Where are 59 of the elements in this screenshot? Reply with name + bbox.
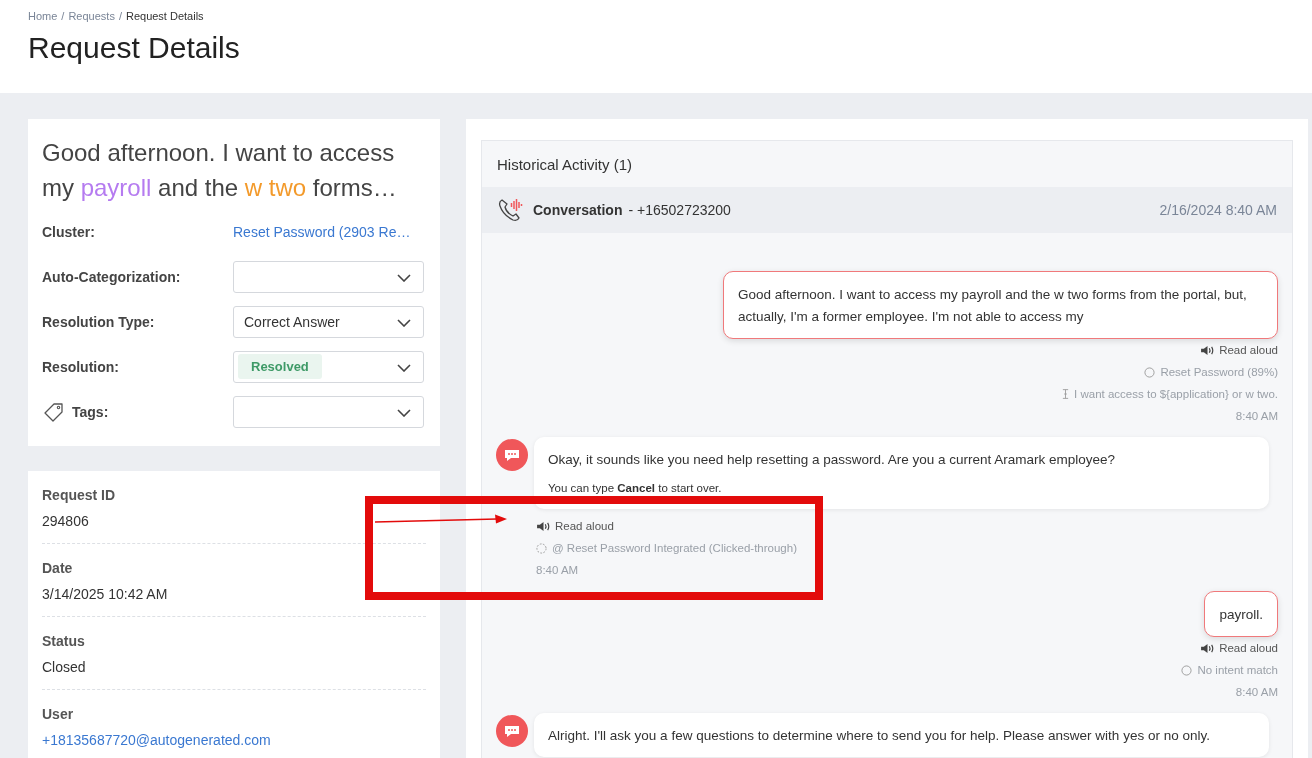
breadcrumb-link[interactable]: Requests: [68, 10, 115, 22]
message-time: 8:40 AM: [1235, 410, 1278, 422]
dropdown-field[interactable]: [233, 395, 424, 428]
chat-bubble-avatar-icon: [496, 439, 528, 471]
matched-utterance: I want access to ${application} or w two.: [1074, 388, 1278, 400]
conversation-bar[interactable]: Conversation - +16502723200 2/16/2024 8:40 AM: [482, 187, 1292, 233]
read-aloud-button[interactable]: Read aloud: [1200, 344, 1278, 356]
field-label: Cluster:: [42, 223, 95, 240]
chat-bubble-avatar-icon: [496, 715, 528, 747]
chevron-down-icon: [397, 318, 411, 327]
detail-value: 294806: [42, 513, 90, 529]
chevron-down-icon: [397, 363, 411, 372]
read-aloud-button[interactable]: Read aloud: [1200, 642, 1278, 654]
phone-call-icon: [497, 197, 525, 223]
circle-icon: [1144, 366, 1156, 378]
field-label: Tags:: [72, 403, 109, 420]
circle-icon: [1181, 664, 1193, 676]
page-title: Request Details: [28, 31, 241, 65]
intent-label: No intent match: [1197, 664, 1278, 676]
intent-label: @ Reset Password Integrated (Clicked-through): [552, 542, 797, 554]
detail-label: User: [42, 706, 75, 722]
conversation-date: 2/16/2024 8:40 AM: [1159, 202, 1277, 218]
message-text: Okay, it sounds like you need help resetting a password. Are you a current Aramark employee?: [548, 451, 1117, 469]
message-text: You can type Cancel to start over.: [548, 481, 723, 496]
breadcrumb-separator: /: [61, 10, 65, 22]
conversation-label: Conversation: [533, 202, 623, 218]
detail-label: Request ID: [42, 487, 117, 503]
chevron-down-icon: [397, 273, 411, 282]
speaker-icon: [536, 520, 551, 532]
text-cursor-icon: [1062, 388, 1070, 400]
speaker-icon: [1200, 344, 1216, 356]
message-text: payroll.: [1219, 606, 1263, 624]
message-text: Good afternoon. I want to access my payroll and the w two forms from the portal, but, actually, I'm a former employee. I'm not able to access my: [738, 286, 1248, 326]
detail-label: Status: [42, 633, 86, 649]
resolved-status-tag: Resolved: [238, 354, 322, 379]
conversation-phone-number: - +16502723200: [628, 202, 731, 218]
detail-label: Date: [42, 560, 74, 576]
dropdown-field[interactable]: [233, 260, 424, 293]
dashed-circle-icon: [536, 542, 547, 554]
intent-label: Reset Password (89%): [1160, 366, 1278, 378]
message-time: 8:40 AM: [536, 564, 579, 576]
detail-value: Closed: [42, 659, 87, 675]
dropdown-field[interactable]: Correct Answer: [233, 305, 424, 338]
request-headline: Good afternoon. I want to access my payroll and the w two forms…: [42, 138, 398, 203]
field-label: Auto-Categorization:: [42, 268, 181, 285]
field-label: Resolution Type:: [42, 313, 155, 330]
speaker-icon: [1200, 642, 1216, 654]
field-label: Resolution:: [42, 358, 119, 375]
read-aloud-button[interactable]: Read aloud: [536, 520, 614, 532]
user-email-link[interactable]: +18135687720@autogenerated.com: [42, 732, 426, 748]
cluster-link[interactable]: Reset Password (2903 Re…: [233, 223, 411, 240]
message-text: Alright. I'll ask you a few questions to determine where to send you for help. Please answer with yes or no only.: [548, 727, 1211, 745]
message-time: 8:40 AM: [1235, 686, 1278, 698]
chevron-down-icon: [397, 408, 411, 417]
activity-title: Historical Activity (1): [496, 154, 634, 175]
detail-value: 3/14/2025 10:42 AM: [42, 586, 169, 602]
breadcrumb-separator: /: [118, 10, 122, 22]
breadcrumb-current: Request Details: [125, 10, 204, 22]
breadcrumb-link[interactable]: Home: [28, 10, 58, 22]
